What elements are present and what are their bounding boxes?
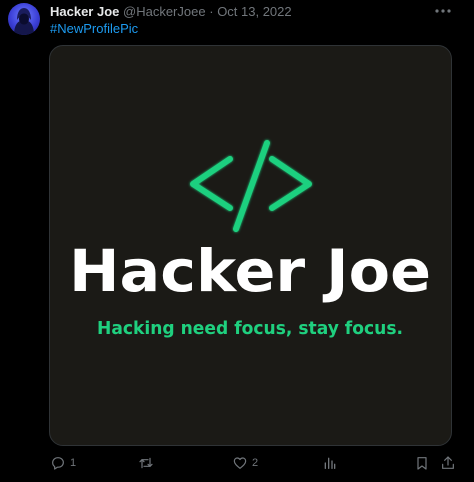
- author-handle[interactable]: @HackerJoee: [123, 4, 206, 19]
- tweet-actions: 1 2: [46, 451, 458, 475]
- media-title: Hacker Joe: [69, 237, 431, 305]
- views-icon: [324, 457, 336, 469]
- tweet-media-image[interactable]: Hacker Joe Hacking need focus, stay focu…: [49, 45, 452, 446]
- code-symbol-icon: [190, 140, 312, 232]
- hacker-avatar-icon: [14, 8, 34, 35]
- reply-icon: [52, 457, 64, 470]
- heart-icon: [233, 457, 247, 469]
- author-name[interactable]: Hacker Joe: [50, 4, 119, 19]
- reply-count: 1: [70, 457, 77, 469]
- bookmark-button[interactable]: [414, 451, 430, 475]
- media-tagline: Hacking need focus, stay focus.: [97, 318, 403, 339]
- avatar[interactable]: [8, 3, 40, 35]
- tweet[interactable]: Hacker Joe @HackerJoee · Oct 13, 2022 #N…: [0, 0, 474, 482]
- like-count: 2: [252, 457, 259, 469]
- media-artwork: Hacker Joe Hacking need focus, stay focu…: [69, 140, 431, 339]
- like-button[interactable]: 2: [232, 451, 258, 475]
- more-icon: [435, 9, 451, 13]
- tweet-date[interactable]: Oct 13, 2022: [217, 4, 291, 19]
- more-options-button[interactable]: [430, 2, 456, 20]
- retweet-icon: [139, 457, 153, 469]
- separator-dot: ·: [209, 4, 214, 19]
- share-button[interactable]: [440, 451, 456, 475]
- bookmark-icon: [417, 457, 427, 470]
- reply-button[interactable]: 1: [50, 451, 76, 475]
- share-icon: [442, 456, 454, 469]
- tweet-header: Hacker Joe @HackerJoee · Oct 13, 2022: [50, 3, 292, 21]
- retweet-button[interactable]: [138, 451, 154, 475]
- views-button[interactable]: [322, 451, 338, 475]
- hashtag-link[interactable]: #NewProfilePic: [50, 20, 138, 38]
